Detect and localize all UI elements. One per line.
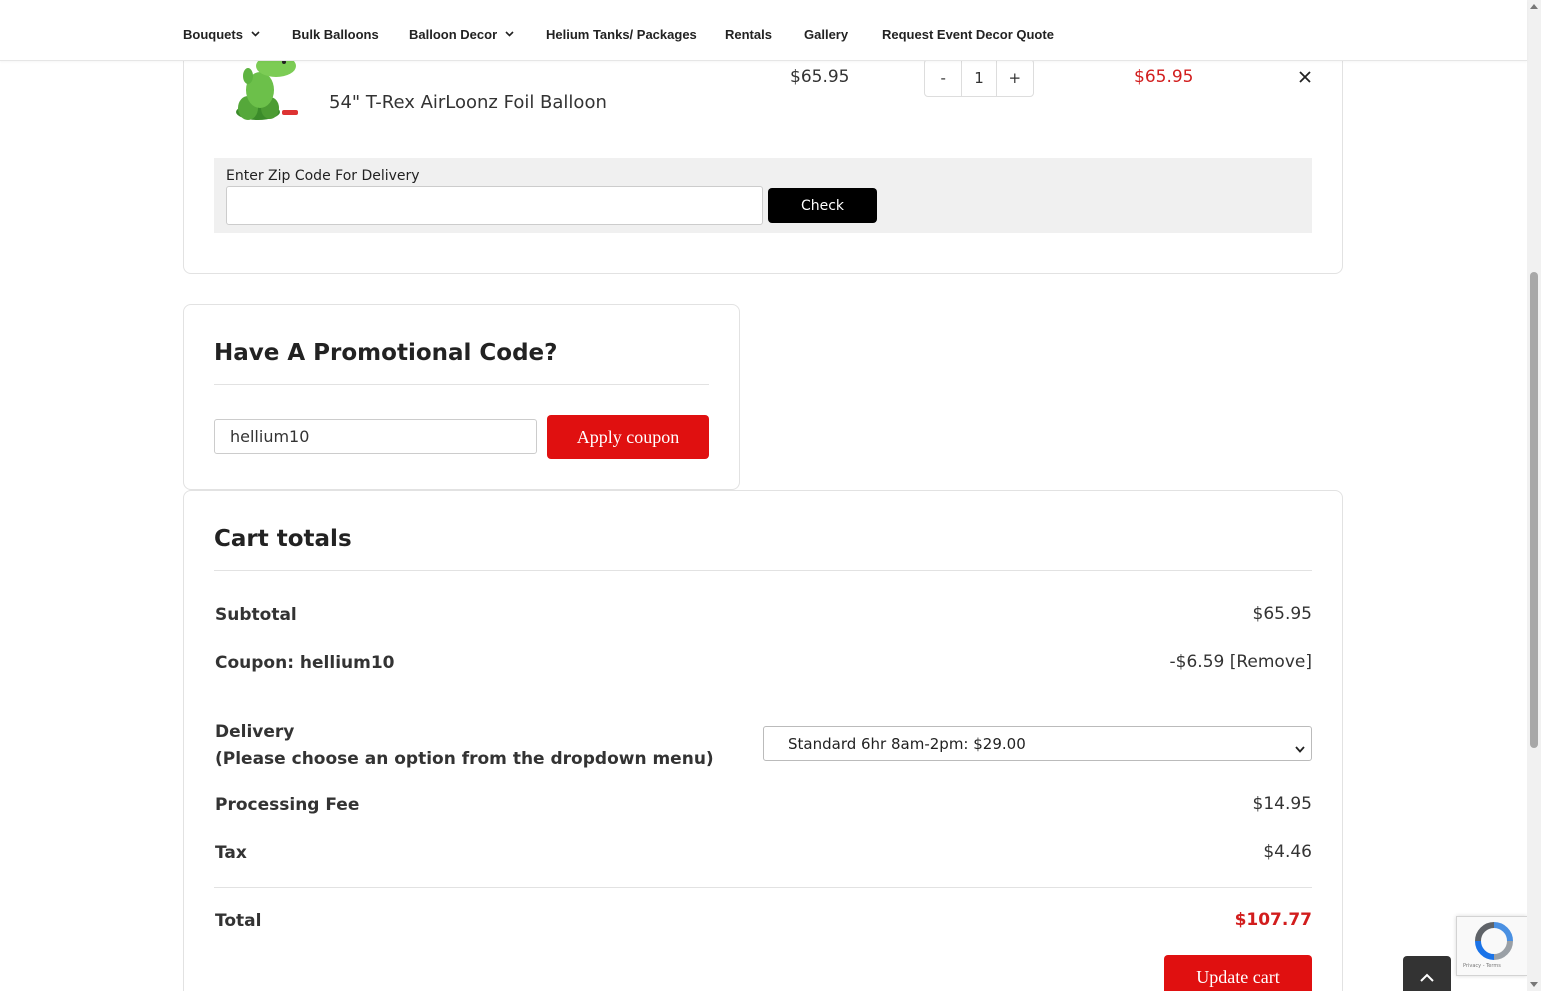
divider xyxy=(214,384,709,385)
delivery-option-select[interactable]: Standard 6hr 8am-2pm: $29.00 xyxy=(763,726,1312,761)
nav-item-rentals[interactable]: Rentals xyxy=(725,27,772,42)
back-to-top-button[interactable] xyxy=(1403,956,1451,991)
quantity-input[interactable]: 1 xyxy=(961,60,997,96)
divider xyxy=(214,887,1312,888)
coupon-code-input[interactable]: hellium10 xyxy=(214,419,537,454)
scroll-up-arrow[interactable] xyxy=(1530,4,1538,9)
nav-item-label: Balloon Decor xyxy=(409,27,498,42)
nav-item-gallery[interactable]: Gallery xyxy=(804,27,848,42)
nav-item-label: Helium Tanks/ Packages xyxy=(546,27,697,42)
delivery-selected-value: Standard 6hr 8am-2pm: $29.00 xyxy=(788,734,1026,753)
nav-item-bouquets[interactable]: Bouquets xyxy=(183,27,260,42)
zip-code-input[interactable] xyxy=(226,186,763,225)
quantity-stepper: - 1 + xyxy=(924,59,1034,97)
line-total: $65.95 xyxy=(1134,67,1194,87)
nav-item-balloon-decor[interactable]: Balloon Decor xyxy=(409,27,514,42)
divider xyxy=(214,570,1312,571)
unit-price: $65.95 xyxy=(790,67,850,87)
subtotal-label: Subtotal xyxy=(215,605,297,625)
quantity-increase-button[interactable]: + xyxy=(997,60,1033,96)
zip-label: Enter Zip Code For Delivery xyxy=(226,168,420,184)
processing-fee-label: Processing Fee xyxy=(215,795,360,815)
chevron-down-icon xyxy=(1295,739,1305,757)
apply-coupon-button[interactable]: Apply coupon xyxy=(547,415,709,459)
total-value: $107.77 xyxy=(1234,910,1312,930)
coupon-label: Coupon: hellium10 xyxy=(215,653,395,673)
recaptcha-footer[interactable]: Privacy - Terms xyxy=(1463,963,1501,969)
scroll-down-arrow[interactable] xyxy=(1530,982,1538,987)
top-navigation: Bouquets Bulk Balloons Balloon Decor Hel… xyxy=(0,0,1527,61)
nav-item-label: Request Event Decor Quote xyxy=(882,27,1054,42)
nav-item-request-quote[interactable]: Request Event Decor Quote xyxy=(882,27,1054,42)
subtotal-value: $65.95 xyxy=(1252,604,1312,624)
promo-title: Have A Promotional Code? xyxy=(214,340,558,366)
nav-item-label: Rentals xyxy=(725,27,772,42)
total-label: Total xyxy=(215,911,262,931)
delivery-label-title: Delivery xyxy=(215,722,295,742)
tax-label: Tax xyxy=(215,843,247,863)
update-cart-button[interactable]: Update cart xyxy=(1164,955,1312,991)
nav-item-label: Gallery xyxy=(804,27,849,42)
scrollbar-thumb[interactable] xyxy=(1530,272,1538,748)
promo-code-card xyxy=(183,304,740,490)
processing-fee-value: $14.95 xyxy=(1252,794,1312,814)
page-scrollbar[interactable] xyxy=(1527,0,1541,991)
nav-item-helium-tanks[interactable]: Helium Tanks/ Packages xyxy=(546,27,697,42)
nav-item-bulk-balloons[interactable]: Bulk Balloons xyxy=(292,27,379,42)
delivery-label: Delivery (Please choose an option from t… xyxy=(215,719,714,773)
tax-value: $4.46 xyxy=(1263,842,1312,862)
nav-item-label: Bouquets xyxy=(183,27,243,42)
delivery-label-hint: (Please choose an option from the dropdo… xyxy=(215,749,714,769)
chevron-down-icon xyxy=(505,30,514,39)
cart-totals-title: Cart totals xyxy=(214,526,352,552)
quantity-decrease-button[interactable]: - xyxy=(925,60,961,96)
close-icon[interactable] xyxy=(1296,68,1314,86)
recaptcha-icon xyxy=(1475,922,1513,960)
nav-item-label: Bulk Balloons xyxy=(292,27,379,42)
chevron-up-icon xyxy=(1420,967,1434,986)
zip-check-button[interactable]: Check xyxy=(768,188,877,223)
chevron-down-icon xyxy=(251,30,260,39)
product-image[interactable] xyxy=(218,50,304,124)
product-name-link[interactable]: 54" T-Rex AirLoonz Foil Balloon xyxy=(329,92,607,113)
coupon-remove-link[interactable]: -$6.59 [Remove] xyxy=(1170,652,1312,672)
